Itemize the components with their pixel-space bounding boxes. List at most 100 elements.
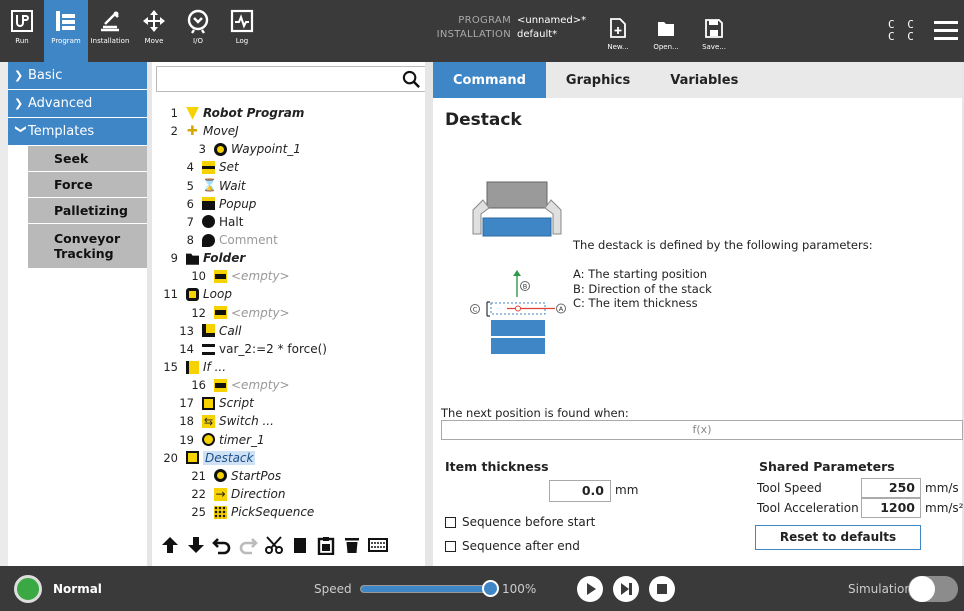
tree-row-folder[interactable]: 9 Folder [152,249,426,267]
comment-icon [202,233,215,247]
sequence-after-end-checkbox[interactable]: Sequence after end [445,539,580,553]
item-thickness-input[interactable]: 0.0 [549,480,611,502]
tree-row-empty[interactable]: 10 <empty> [152,267,426,285]
tree-row-destack[interactable]: 20 Destack [152,449,426,467]
tab-variables[interactable]: Variables [650,62,758,98]
line-number: 16 [191,378,206,393]
play-button[interactable] [577,576,603,602]
installation-button[interactable]: Installation [88,0,132,62]
step-button[interactable] [613,576,639,602]
stop-button[interactable] [649,576,675,602]
tree-row-movej[interactable]: 2 ✚ MoveJ [152,122,426,140]
tree-row-loop[interactable]: 11 Loop [152,285,426,303]
checkbox-box[interactable] [445,516,456,528]
installation-name: default* [517,29,558,40]
assignment-icon [202,343,215,355]
expression-field[interactable]: f(x) [441,420,963,440]
move-button[interactable]: Move [132,0,176,62]
template-seek[interactable]: Seek [28,146,147,172]
shared-parameters-label: Shared Parameters [759,459,895,474]
save-label: Save... [702,43,726,51]
tree-row-switch[interactable]: 18 ⇆ Switch ... [152,412,426,430]
simulation-toggle-knob[interactable] [909,576,935,602]
template-conveyor-tracking[interactable]: Conveyor Tracking [28,224,147,269]
tree-row-comment[interactable]: 8 Comment [152,231,426,249]
move-down-icon[interactable] [186,535,206,555]
line-number: 20 [163,450,178,465]
sidebar-item-templates[interactable]: ❯ Templates [8,118,147,145]
speed-slider-handle[interactable] [482,580,499,597]
copy-icon[interactable] [290,535,310,555]
search-field[interactable] [156,66,426,92]
template-palletizing[interactable]: Palletizing [28,198,147,224]
panel-splitter[interactable] [425,62,433,566]
call-icon [202,324,215,338]
param-c: C: The item thickness [573,296,698,310]
open-button[interactable]: Open... [643,0,689,62]
save-icon [705,19,723,38]
tree-row-popup[interactable]: 6 Popup [152,195,426,213]
line-number: 4 [186,160,194,175]
move-up-icon[interactable] [160,535,180,555]
tree-row-picksequence[interactable]: 25 PickSequence [152,503,426,521]
tree-row-wait[interactable]: 5 ⌛ Wait [152,177,426,195]
tree-row-direction[interactable]: 22 → Direction [152,485,426,503]
sidebar-item-basic[interactable]: ❯ Basic [8,62,147,89]
line-number: 6 [186,196,194,211]
tree-row-call[interactable]: 13 Call [152,322,426,340]
tree-row-robot-program[interactable]: 1 Robot Program [152,104,426,122]
run-button[interactable]: Run [0,0,44,62]
collapse-triangle-icon [186,106,199,120]
parameter-list: A: The starting position B: Direction of… [573,267,712,311]
hamburger-menu-icon[interactable] [934,21,958,41]
tree-row-label: PickSequence [231,505,315,520]
checkbox-box[interactable] [445,540,456,552]
template-label: Seek [54,151,89,166]
save-button[interactable]: Save... [691,0,737,62]
template-force[interactable]: Force [28,172,147,198]
tab-graphics[interactable]: Graphics [546,62,650,98]
speed-slider[interactable] [360,585,490,593]
io-button[interactable]: I/O [176,0,220,62]
undo-icon[interactable] [212,535,232,555]
paste-icon[interactable] [316,535,336,555]
tree-row-timer[interactable]: 19 timer_1 [152,431,426,449]
tab-command[interactable]: Command [433,62,546,98]
item-thickness-label: Item thickness [445,459,549,474]
folder-icon [186,253,199,265]
log-button[interactable]: Log [220,0,264,62]
line-number: 2 [170,124,178,139]
tree-row-label: Folder [203,251,246,266]
tree-row-script[interactable]: 17 Script [152,394,426,412]
program-tree-panel: 1 Robot Program 2 ✚ MoveJ 3 Waypoint_1 4 Set … [147,62,426,566]
chevron-right-icon: ❯ [14,69,24,82]
program-info-label: PROGRAM [458,15,511,26]
tree-row-startpos[interactable]: 21 StartPos [152,467,426,485]
line-number: 8 [186,233,194,248]
power-status-icon[interactable] [14,575,42,603]
tree-row-label: Call [219,323,242,338]
control-indicator: C C C C [888,19,917,43]
cut-icon[interactable] [264,535,284,555]
suppress-icon[interactable] [368,535,388,555]
new-button[interactable]: New... [595,0,641,62]
tree-row-empty[interactable]: 16 <empty> [152,376,426,394]
redo-icon[interactable] [238,535,258,555]
sequence-before-start-checkbox[interactable]: Sequence before start [445,515,595,529]
tool-acceleration-input[interactable]: 1200 [861,498,921,518]
tree-row-if[interactable]: 15 If ... [152,358,426,376]
tree-row-waypoint[interactable]: 3 Waypoint_1 [152,140,426,158]
open-label: Open... [653,43,679,51]
tree-row-empty[interactable]: 12 <empty> [152,304,426,322]
direction-arrow-icon: → [214,486,227,501]
delete-icon[interactable] [342,535,362,555]
tree-row-set[interactable]: 4 Set [152,158,426,176]
command-panel: Command Graphics Variables Destack B C A… [433,62,963,566]
tree-row-halt[interactable]: 7 Halt [152,213,426,231]
sidebar-item-advanced[interactable]: ❯ Advanced [8,90,147,117]
tool-speed-input[interactable]: 250 [861,478,921,498]
reset-to-defaults-button[interactable]: Reset to defaults [755,525,921,550]
tree-row-assignment[interactable]: 14 var_2:=2 * force() [152,340,426,358]
direction-arrowhead [513,270,521,276]
program-button[interactable]: Program [44,0,88,62]
